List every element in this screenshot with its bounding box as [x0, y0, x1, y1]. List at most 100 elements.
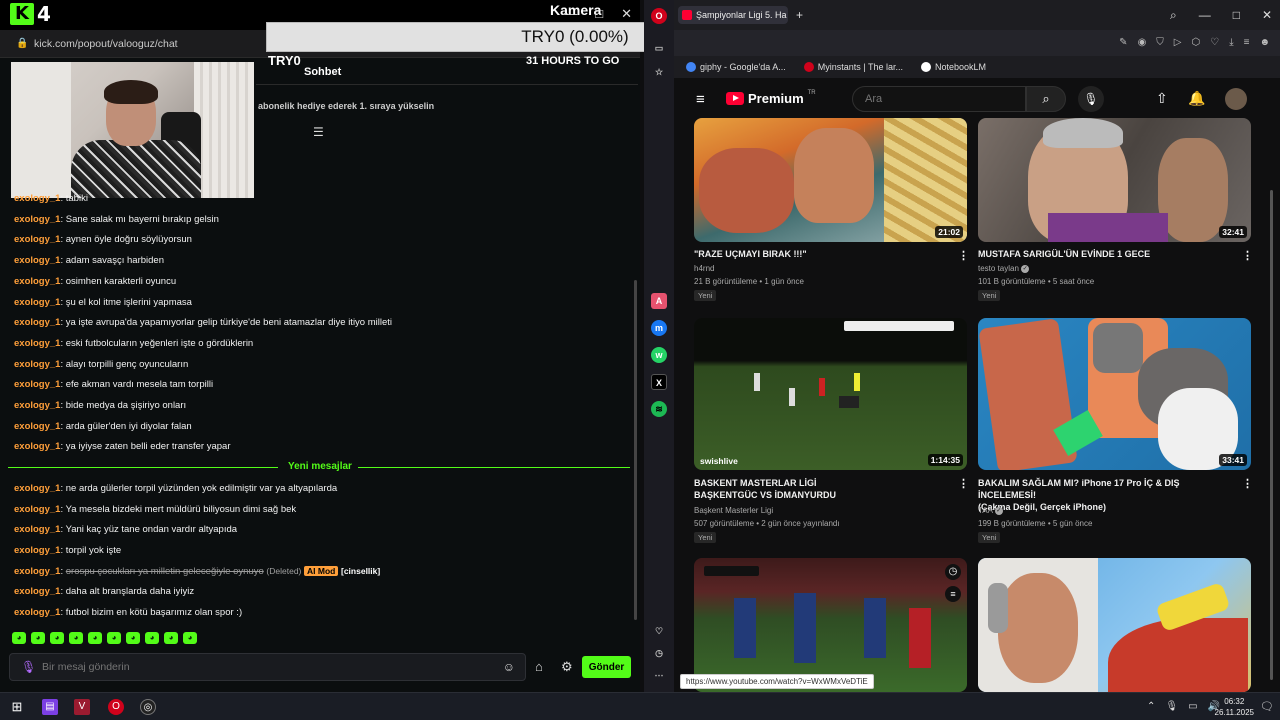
emote-icon[interactable]: ◕ [126, 632, 140, 644]
watch-later-icon[interactable]: ◷ [945, 564, 961, 580]
play-icon[interactable]: ▷ [1174, 37, 1182, 48]
chat-username[interactable]: exology_1 [14, 276, 60, 287]
bookmark-item[interactable]: Myinstants | The lar... [803, 62, 903, 72]
chevron-up-icon[interactable]: ⌃ [1147, 701, 1155, 712]
filter-icon[interactable]: ☰ [313, 125, 324, 139]
chat-username[interactable]: exology_1 [14, 338, 60, 349]
spotify-icon[interactable]: ≋ [651, 401, 667, 417]
video-thumbnail[interactable]: 33:41 [978, 318, 1251, 470]
youtube-logo[interactable]: Premium TR [726, 90, 816, 106]
shield-icon[interactable]: ⛉ [1156, 37, 1164, 48]
windows-start-icon[interactable]: ⊞ [9, 699, 25, 715]
browser-urlbar[interactable]: ✎ ◉ ⛉ ▷ ⬡ ♡ ⤓ ≡ ☻ [674, 30, 1280, 56]
camera-icon[interactable]: ◉ [1138, 37, 1147, 48]
avatar[interactable] [1225, 88, 1247, 110]
video-title[interactable]: MUSTAFA SARIGÜL'ÜN EVİNDE 1 GECE [978, 248, 1236, 260]
star-icon[interactable]: ☆ [651, 64, 667, 80]
more-options-icon[interactable]: ⋮ [958, 477, 969, 490]
minimize-icon[interactable]: — [564, 6, 577, 22]
emote-icon[interactable]: ◕ [88, 632, 102, 644]
download-icon[interactable]: ⤓ [1229, 37, 1233, 48]
edit-icon[interactable]: ✎ [1119, 37, 1127, 48]
close-icon[interactable]: ✕ [1262, 8, 1272, 23]
minimize-icon[interactable]: — [1199, 8, 1211, 23]
upload-icon[interactable]: ⇧ [1156, 90, 1168, 107]
mic-icon[interactable]: 🎙 [1165, 701, 1178, 712]
bookmark-item[interactable]: NotebookLM [921, 62, 986, 72]
ai-icon[interactable]: A [651, 293, 667, 309]
chat-username[interactable]: exology_1 [14, 297, 60, 308]
emote-icon[interactable]: ◕ [50, 632, 64, 644]
mic-icon[interactable]: 🎙 [21, 660, 36, 674]
browser-scrollbar[interactable] [1270, 190, 1273, 680]
mic-icon[interactable]: 🎙 [1078, 86, 1104, 112]
emote-icon[interactable]: ◕ [31, 632, 45, 644]
channel-name[interactable]: h4rnd [694, 264, 714, 273]
add-to-queue-icon[interactable]: ≡ [945, 586, 961, 602]
channel-name[interactable]: TAA ✓ [978, 506, 1003, 515]
heart-icon[interactable]: ♡ [651, 623, 667, 639]
whatsapp-icon[interactable]: w [651, 347, 667, 363]
video-thumbnail[interactable]: ◷ ≡ [694, 558, 967, 692]
notification-icon[interactable]: 🗨 [1260, 700, 1274, 713]
chat-username[interactable]: exology_1 [14, 504, 60, 515]
search-button[interactable]: ⌕ [1026, 86, 1066, 112]
maximize-icon[interactable]: □ [595, 6, 603, 22]
chat-username[interactable]: exology_1 [14, 441, 60, 452]
channel-name[interactable]: testo taylan ✓ [978, 264, 1030, 273]
video-thumbnail[interactable]: swishlive 1:14:35 [694, 318, 967, 470]
emote-icon[interactable]: ◕ [107, 632, 121, 644]
network-icon[interactable]: ▭ [1188, 701, 1197, 712]
new-tab-icon[interactable]: + [796, 8, 803, 22]
more-options-icon[interactable]: ⋮ [1242, 249, 1253, 262]
messenger-icon[interactable]: m [651, 320, 667, 336]
video-title[interactable]: "RAZE UÇMAYI BIRAK !!!" [694, 248, 952, 260]
chat-username[interactable]: exology_1 [14, 317, 60, 328]
more-options-icon[interactable]: ⋮ [1242, 477, 1253, 490]
history-icon[interactable]: ◷ [651, 645, 667, 661]
obs-icon[interactable]: ◎ [140, 699, 156, 715]
chat-username[interactable]: exology_1 [14, 193, 60, 204]
cube-icon[interactable]: ⬡ [1192, 37, 1201, 48]
chat-scrollbar[interactable] [634, 280, 637, 620]
chat-username[interactable]: exology_1 [14, 586, 60, 597]
maximize-icon[interactable]: □ [1233, 8, 1240, 23]
video-thumbnail[interactable]: 32:41 [978, 118, 1251, 242]
vivaldi-icon[interactable]: V [74, 699, 90, 715]
video-thumbnail[interactable] [978, 558, 1251, 692]
app-icon[interactable]: ▤ [42, 699, 58, 715]
emote-icon[interactable]: ◕ [183, 632, 197, 644]
emote-icon[interactable]: ◕ [145, 632, 159, 644]
video-title[interactable]: BAKALIM SAĞLAM MI? iPhone 17 Pro İÇ & DI… [978, 477, 1236, 513]
video-title[interactable]: BASKENT MASTERLAR LİGİ BAŞKENTGÜC VS İDM… [694, 477, 952, 501]
close-icon[interactable]: ✕ [621, 6, 632, 22]
emote-icon[interactable]: ◕ [69, 632, 83, 644]
chat-username[interactable]: exology_1 [14, 255, 60, 266]
menu-icon[interactable]: ≡ [1244, 37, 1250, 48]
kick-url[interactable]: kick.com/popout/valooguz/chat [34, 38, 178, 50]
more-icon[interactable]: ⋯ [651, 667, 667, 683]
chat-input[interactable] [42, 661, 482, 673]
chat-username[interactable]: exology_1 [14, 359, 60, 370]
chat-username[interactable]: exology_1 [14, 234, 60, 245]
opera-icon[interactable]: O [651, 8, 667, 24]
bell-icon[interactable]: 🔔 [1188, 90, 1205, 107]
chat-username[interactable]: exology_1 [14, 524, 60, 535]
bookmark-item[interactable]: giphy - Google'da A... [686, 62, 786, 72]
heart-icon[interactable]: ♡ [1210, 37, 1219, 48]
chat-username[interactable]: exology_1 [14, 607, 60, 618]
channel-name[interactable]: Başkent Masterler Ligi [694, 506, 773, 515]
more-options-icon[interactable]: ⋮ [958, 249, 969, 262]
feed-icon[interactable]: ▭ [651, 40, 667, 56]
chat-username[interactable]: exology_1 [14, 214, 60, 225]
hamburger-icon[interactable]: ≡ [696, 91, 705, 108]
search-icon[interactable]: ⌕ [1170, 8, 1177, 23]
clock[interactable]: 06:32 26.11.2025 [1215, 696, 1254, 718]
tab-youtube[interactable]: Şampiyonlar Ligi 5. Ha [678, 6, 788, 24]
chat-username[interactable]: exology_1 [14, 400, 60, 411]
chat-username[interactable]: exology_1 [14, 379, 60, 390]
emoji-icon[interactable]: ☺ [503, 660, 515, 674]
gear-icon[interactable]: ⚙ [561, 659, 573, 675]
chat-username[interactable]: exology_1 [14, 545, 60, 556]
search-input[interactable] [865, 93, 1015, 105]
